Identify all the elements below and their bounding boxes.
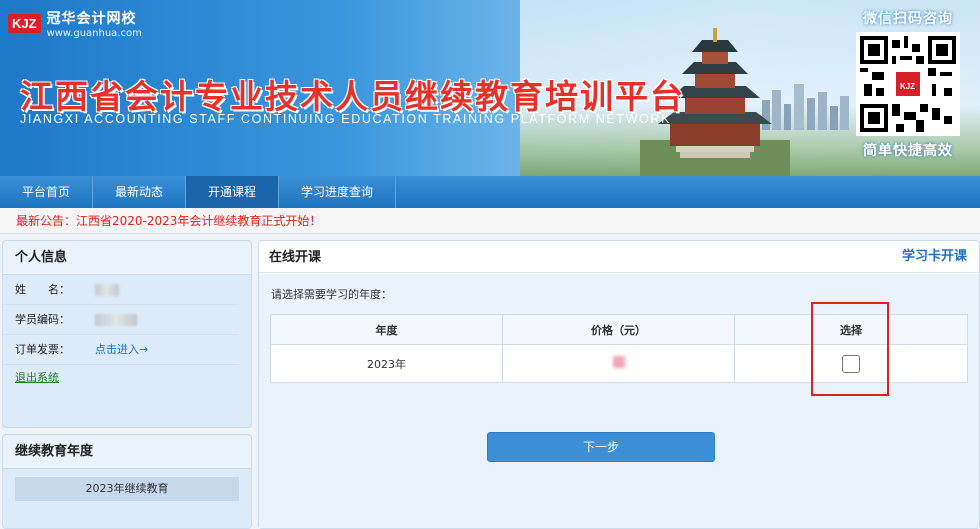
- nav-item-home[interactable]: 平台首页: [0, 176, 94, 208]
- nav-item-open-course[interactable]: 开通课程: [186, 176, 280, 208]
- student-id-row: 学员编码：: [3, 305, 239, 335]
- online-course-title: 在线开课: [269, 250, 322, 265]
- price-value-redacted: [612, 356, 625, 368]
- education-year-title: 继续教育年度: [3, 435, 251, 469]
- select-year-prompt: 请选择需要学习的年度：: [271, 288, 392, 301]
- site-logo[interactable]: KJZ 冠华会计网校 www.guanhua.com: [8, 8, 142, 39]
- qr-caption: 简单快捷高效: [863, 143, 953, 159]
- column-header-year: 年度: [270, 314, 503, 345]
- price-cell: [502, 344, 735, 383]
- name-row: 姓 名：: [3, 275, 239, 305]
- nav-item-news[interactable]: 最新动态: [93, 176, 187, 208]
- main-nav: 平台首页 最新动态 开通课程 学习进度查询: [0, 176, 980, 208]
- invoice-label: 订单发票：: [15, 342, 70, 356]
- online-course-panel: 在线开课 学习卡开课 请选择需要学习的年度： 年度 价格（元） 选择 2023年: [258, 240, 980, 529]
- name-label: 姓 名：: [15, 282, 70, 296]
- student-id-label: 学员编码：: [15, 312, 70, 326]
- platform-subtitle-en: JIANGXI ACCOUNTING STAFF CONTINUING EDUC…: [20, 112, 671, 126]
- announcement-bar[interactable]: 最新公告：江西省2020-2023年会计继续教育正式开始！: [0, 208, 980, 234]
- logout-link[interactable]: 退出系统: [3, 365, 251, 391]
- logo-name: 冠华会计网校: [46, 11, 137, 27]
- qr-code-image: KJZ: [856, 32, 960, 136]
- personal-info-title: 个人信息: [3, 241, 251, 275]
- wechat-qr-panel: 微信扫码咨询 KJZ 简单快捷高效: [848, 8, 968, 168]
- invoice-row: 订单发票： 点击进入→: [3, 335, 239, 365]
- logo-badge: KJZ: [8, 14, 41, 33]
- name-value-redacted: [95, 283, 119, 296]
- select-column-highlight: [811, 302, 889, 396]
- year-cell: 2023年: [270, 344, 503, 383]
- column-header-price: 价格（元）: [502, 314, 735, 345]
- qr-center-badge: KJZ: [900, 82, 916, 91]
- header-banner: KJZ 冠华会计网校 www.guanhua.com 江西省会计专业技术人员继续…: [0, 0, 980, 176]
- qr-title: 微信扫码咨询: [863, 11, 953, 27]
- personal-info-panel: 个人信息 姓 名： 学员编码： 订单发票： 点击进入→ 退出系统: [2, 240, 252, 428]
- online-course-header: 在线开课 学习卡开课: [259, 241, 979, 273]
- logo-url: www.guanhua.com: [46, 28, 142, 39]
- nav-item-progress-query[interactable]: 学习进度查询: [279, 176, 397, 208]
- education-year-panel: 继续教育年度 2023年继续教育: [2, 434, 252, 529]
- year-item-2023[interactable]: 2023年继续教育: [15, 477, 239, 501]
- invoice-link[interactable]: 点击进入→: [95, 335, 148, 365]
- study-card-link[interactable]: 学习卡开课: [902, 241, 967, 273]
- next-step-button[interactable]: 下一步: [487, 432, 715, 462]
- platform-title: 江西省会计专业技术人员继续教育培训平台: [20, 77, 685, 116]
- student-id-value-redacted: [95, 313, 137, 326]
- online-course-body: 请选择需要学习的年度： 年度 价格（元） 选择 2023年 下一步: [259, 274, 979, 528]
